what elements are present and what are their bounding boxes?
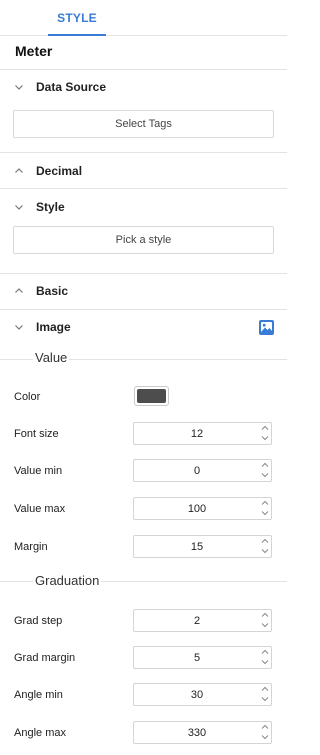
grad-step-input[interactable] bbox=[134, 610, 260, 631]
divider bbox=[0, 273, 287, 274]
grad-margin-stepper bbox=[133, 646, 272, 669]
margin-label: Margin bbox=[14, 541, 48, 553]
decrement-button[interactable] bbox=[259, 732, 271, 742]
decrement-button[interactable] bbox=[259, 433, 271, 443]
decrement-button[interactable] bbox=[259, 657, 271, 667]
decrement-button[interactable] bbox=[259, 694, 271, 704]
angle-min-input[interactable] bbox=[134, 684, 260, 705]
chevron-down-icon bbox=[261, 436, 269, 441]
color-swatch-fill bbox=[137, 389, 166, 403]
angle-min-stepper bbox=[133, 683, 272, 706]
grad-margin-input[interactable] bbox=[134, 647, 260, 668]
font-size-input[interactable] bbox=[134, 423, 260, 444]
value-group-title: Value bbox=[33, 350, 70, 365]
angle-max-stepper bbox=[133, 721, 272, 744]
angle-max-label: Angle max bbox=[14, 727, 66, 739]
increment-button[interactable] bbox=[259, 460, 271, 470]
chevron-up-icon bbox=[261, 724, 269, 729]
value-min-input[interactable] bbox=[134, 460, 260, 481]
tab-style[interactable]: STYLE bbox=[48, 0, 106, 36]
margin-stepper bbox=[133, 535, 272, 558]
chevron-down-icon bbox=[261, 697, 269, 702]
chevron-down-icon bbox=[261, 549, 269, 554]
decrement-button[interactable] bbox=[259, 470, 271, 480]
chevron-up-icon bbox=[261, 500, 269, 505]
grad-margin-label: Grad margin bbox=[14, 652, 76, 664]
value-min-label: Value min bbox=[14, 465, 63, 477]
section-decimal-header[interactable]: Decimal bbox=[0, 160, 287, 184]
decrement-button[interactable] bbox=[259, 546, 271, 556]
chevron-up-icon bbox=[261, 538, 269, 543]
font-size-label: Font size bbox=[14, 428, 59, 440]
chevron-down-icon bbox=[15, 325, 23, 330]
angle-min-label: Angle min bbox=[14, 689, 63, 701]
pick-style-button[interactable]: Pick a style bbox=[13, 226, 274, 254]
select-tags-button[interactable]: Select Tags bbox=[13, 110, 274, 138]
increment-button[interactable] bbox=[259, 610, 271, 620]
divider bbox=[0, 188, 287, 189]
increment-button[interactable] bbox=[259, 722, 271, 732]
section-data-source-label: Data Source bbox=[36, 80, 107, 94]
grad-step-label: Grad step bbox=[14, 615, 63, 627]
chevron-up-icon bbox=[261, 686, 269, 691]
increment-button[interactable] bbox=[259, 423, 271, 433]
grad-step-stepper bbox=[133, 609, 272, 632]
image-icon[interactable] bbox=[259, 320, 274, 335]
tab-bar: STYLE bbox=[0, 0, 287, 36]
section-basic-header[interactable]: Basic bbox=[0, 280, 287, 304]
chevron-down-icon bbox=[15, 205, 23, 210]
section-image-label: Image bbox=[36, 320, 71, 334]
chevron-down-icon bbox=[261, 623, 269, 628]
panel-title: Meter bbox=[15, 43, 53, 59]
margin-input[interactable] bbox=[134, 536, 260, 557]
value-max-label: Value max bbox=[14, 503, 66, 515]
chevron-up-icon bbox=[261, 462, 269, 467]
chevron-up-icon bbox=[261, 425, 269, 430]
chevron-up-icon bbox=[261, 612, 269, 617]
font-size-stepper bbox=[133, 422, 272, 445]
divider bbox=[0, 152, 287, 153]
increment-button[interactable] bbox=[259, 498, 271, 508]
section-style-label: Style bbox=[36, 200, 65, 214]
divider bbox=[0, 309, 287, 310]
increment-button[interactable] bbox=[259, 647, 271, 657]
angle-max-input[interactable] bbox=[134, 722, 260, 743]
decrement-button[interactable] bbox=[259, 508, 271, 518]
section-decimal-label: Decimal bbox=[36, 164, 83, 178]
divider bbox=[0, 69, 287, 70]
section-style-header[interactable]: Style bbox=[0, 196, 287, 220]
decrement-button[interactable] bbox=[259, 620, 271, 630]
chevron-down-icon bbox=[261, 660, 269, 665]
value-min-stepper bbox=[133, 459, 272, 482]
value-max-stepper bbox=[133, 497, 272, 520]
section-basic-label: Basic bbox=[36, 284, 69, 298]
chevron-up-icon bbox=[261, 649, 269, 654]
color-picker[interactable] bbox=[134, 386, 169, 406]
chevron-down-icon bbox=[261, 473, 269, 478]
section-image-header[interactable]: Image bbox=[0, 316, 287, 340]
chevron-down-icon bbox=[261, 511, 269, 516]
chevron-up-icon bbox=[15, 288, 23, 293]
color-label: Color bbox=[14, 391, 41, 403]
section-data-source-header[interactable]: Data Source bbox=[0, 76, 287, 100]
value-max-input[interactable] bbox=[134, 498, 260, 519]
chevron-up-icon bbox=[15, 168, 23, 173]
chevron-down-icon bbox=[261, 735, 269, 740]
chevron-down-icon bbox=[15, 85, 23, 90]
increment-button[interactable] bbox=[259, 536, 271, 546]
increment-button[interactable] bbox=[259, 684, 271, 694]
tab-active-indicator bbox=[48, 34, 106, 36]
graduation-group-title: Graduation bbox=[33, 573, 102, 588]
